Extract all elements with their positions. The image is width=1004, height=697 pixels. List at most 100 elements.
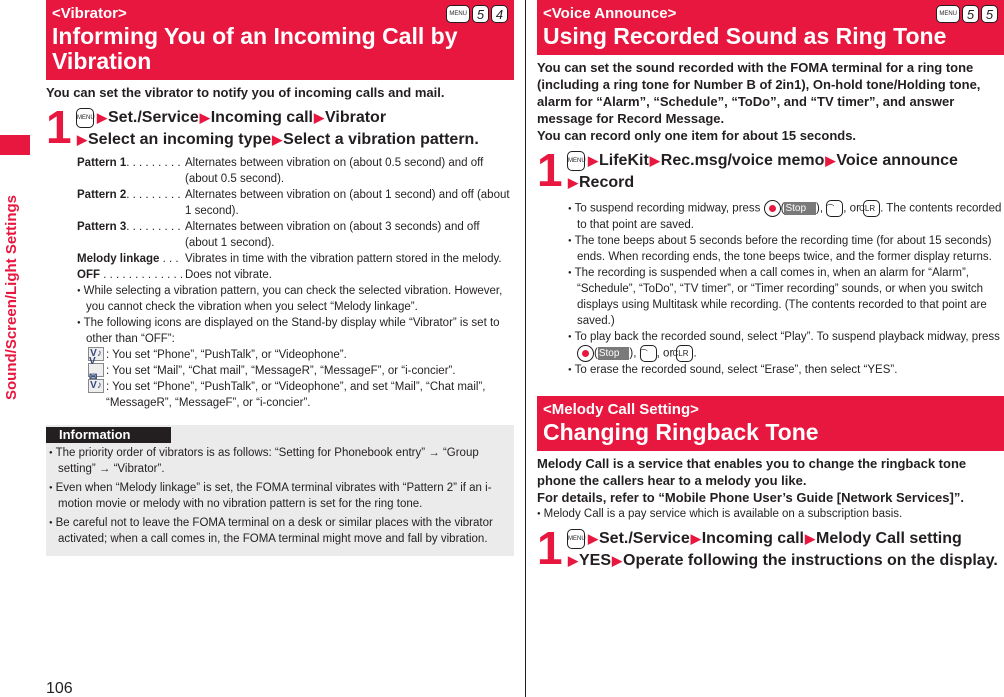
voice-announce-section: <Voice Announce> Using Recorded Sound as… [537, 0, 1004, 572]
arrow-icon: ▶ [199, 110, 210, 125]
intro-text: You can set the vibrator to notify you o… [46, 85, 445, 100]
step-1: 1 MENU ▶LifeKit▶Rec.msg/voice memo▶Voice … [537, 144, 1004, 196]
step-part: Rec.msg/voice memo [660, 152, 825, 169]
menu-key-icon: MENU [567, 528, 586, 549]
step-part: YES [579, 552, 612, 570]
banner-title: Changing Ringback Tone [543, 419, 819, 446]
arrow-icon: ▶ [804, 531, 815, 547]
notes: While selecting a vibration pattern, you… [46, 283, 514, 411]
info-item: The priority order of vibrators is as fo… [49, 445, 511, 477]
stop-softkey-icon: Stop [784, 202, 817, 215]
option-row: Pattern 3. . . . . . . . . Alternates bet… [77, 219, 514, 251]
icon-legend-text: : You set “Mail”, “Chat mail”, “MessageR… [106, 365, 456, 378]
step-number: 1 [537, 522, 563, 575]
banner-subtitle: <Melody Call Setting> [543, 401, 699, 419]
menu-key-icon: MENU [446, 5, 470, 23]
center-key-icon [577, 345, 594, 363]
section-side-label: Sound/Screen/Light Settings [3, 194, 20, 400]
pattern-options: Pattern 1. . . . . . . . . Alternates bet… [46, 155, 514, 283]
option-desc: Alternates between vibration on (about 0… [185, 157, 484, 185]
arrow-icon: ▶ [690, 531, 701, 547]
page-number: 106 [46, 680, 73, 697]
menu-key-icon: MENU [936, 5, 960, 23]
stop-softkey-icon: Stop [597, 347, 630, 361]
step-1: 1 MENU ▶Set./Service▶Incoming call▶Melody… [537, 522, 1004, 575]
section-banner: <Voice Announce> Using Recorded Sound as… [537, 0, 1004, 55]
banner-title: Informing You of an Incoming Call by Vib… [52, 23, 458, 74]
step-part: Operate following the instructions on th… [623, 552, 998, 570]
arrow-icon: ▶ [588, 531, 598, 547]
icon-legend-text: : You set “Phone”, “PushTalk”, or “Video… [106, 381, 486, 410]
clr-key-icon: CLR [859, 200, 881, 217]
clr-key-icon: CLR [672, 345, 694, 363]
arrow-icon: ▶ [97, 110, 107, 125]
note-item: The recording is suspended when a call c… [568, 265, 1004, 329]
arrow-icon: ▶ [649, 153, 660, 168]
step-part: Voice announce [836, 152, 958, 169]
vibrator-mail-icon: V✉ [88, 356, 104, 383]
step-instructions: MENU ▶Set./Service▶Incoming call▶Melody C… [567, 528, 998, 572]
option-key: Pattern 3 [77, 221, 127, 233]
intro-text: For details, refer to “Mobile Phone User… [537, 490, 964, 506]
step-part: Set./Service [599, 530, 690, 548]
menu-key-icon: MENU [567, 150, 586, 171]
step-part: Melody Call setting [815, 530, 962, 548]
option-row: Pattern 2. . . . . . . . . Alternates bet… [77, 187, 514, 219]
information-heading: Information [46, 427, 171, 444]
step-instructions: MENU ▶Set./Service▶Incoming call▶Vibrator… [76, 107, 479, 151]
option-key: Melody linkage [77, 253, 160, 265]
note-item: To suspend recording midway, press (Stop… [568, 200, 1004, 233]
number-key-icon: 5 [981, 5, 998, 23]
column-divider [525, 0, 526, 697]
note-text: . [693, 347, 697, 360]
end-call-key-icon: ⌒ [639, 345, 657, 363]
info-item: Even when “Melody linkage” is set, the F… [49, 480, 511, 512]
leader-dots: . . . . . . . . . . . . . [100, 269, 184, 281]
key-shortcut: MENU 5 5 [936, 5, 998, 23]
option-desc: Vibrates in time with the vibration patt… [185, 253, 502, 265]
step-instructions: MENU ▶LifeKit▶Rec.msg/voice memo▶Voice an… [567, 150, 958, 194]
step-part: Incoming call [210, 109, 313, 126]
vibrator-section: <Vibrator> Informing You of an Incoming … [46, 0, 514, 557]
note-item: The following icons are displayed on the… [77, 315, 514, 347]
step-part: Set./Service [108, 109, 199, 126]
arrow-icon: ▶ [568, 553, 578, 569]
banner-title: Using Recorded Sound as Ring Tone [543, 23, 947, 49]
option-row: Melody linkage . . . Vibrates in time wit… [77, 251, 514, 267]
arrow-icon: ▶ [77, 132, 87, 147]
melody-call-banner: <Melody Call Setting> Changing Ringback … [537, 396, 1004, 452]
notes: Melody Call is a pay service which is av… [537, 506, 1004, 522]
option-desc: Does not vibrate. [185, 269, 272, 281]
leader-dots: . . . . . . . . . [126, 221, 181, 233]
banner-subtitle: <Voice Announce> [543, 5, 677, 22]
key-shortcut: MENU 5 4 [446, 5, 508, 23]
step-number: 1 [537, 144, 563, 196]
step-number: 1 [46, 101, 72, 153]
banner-subtitle: <Vibrator> [52, 5, 127, 22]
intro-text: You can record only one item for about 1… [537, 128, 857, 143]
end-call-key-icon: ⌒ [826, 200, 844, 217]
step-part: LifeKit [599, 152, 649, 169]
note-text: To play back the recorded sound, select … [574, 331, 1000, 344]
step-part: Vibrator [324, 109, 387, 126]
arrow-icon: ▶ [313, 110, 324, 125]
vibrator-phone-mail-icon: V♪ [88, 379, 104, 394]
note-item: To erase the recorded sound, select “Era… [568, 362, 1004, 378]
information-box: Information The priority order of vibrat… [46, 425, 514, 557]
icon-legend-row: V♪: You set “Phone”, “PushTalk”, or “Vid… [77, 379, 514, 411]
note-item: Melody Call is a pay service which is av… [537, 506, 1004, 522]
arrow-icon: ▶ [825, 153, 836, 168]
intro-text: You can set the sound recorded with the … [537, 60, 981, 126]
note-text: To suspend recording midway, press [574, 202, 761, 215]
notes: To suspend recording midway, press (Stop… [537, 200, 1004, 378]
center-key-icon [763, 200, 781, 217]
option-row: OFF . . . . . . . . . . . . . Does not vi… [77, 267, 514, 283]
option-desc: Alternates between vibration on (about 3… [185, 221, 480, 249]
leader-dots: . . . . . . . . . [126, 157, 181, 169]
leader-dots: . . . . . . . . . [126, 189, 181, 201]
step-part: Select a vibration pattern. [283, 131, 479, 148]
option-row: Pattern 1. . . . . . . . . Alternates bet… [77, 155, 514, 187]
step-part: Record [579, 174, 635, 191]
arrow-icon: ▶ [272, 132, 283, 147]
leader-dots: . . . [159, 253, 179, 265]
